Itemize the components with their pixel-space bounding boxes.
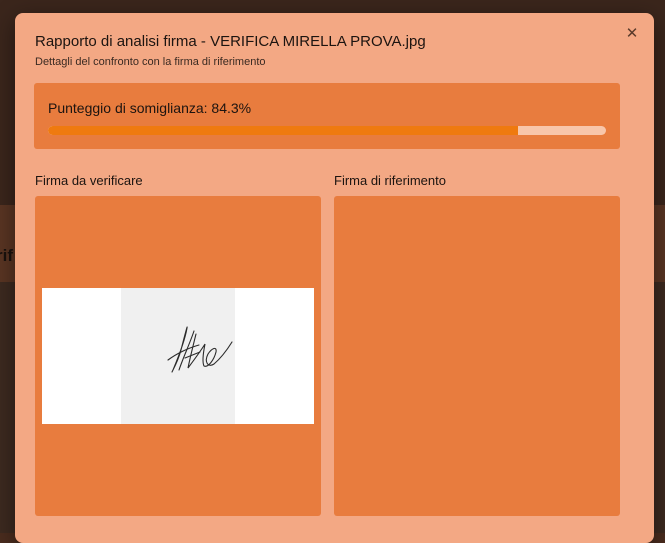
signature-to-verify-panel <box>35 196 321 516</box>
similarity-score-panel: Punteggio di somiglianza: 84.3% <box>34 83 620 149</box>
similarity-score-label: Punteggio di somiglianza: 84.3% <box>48 100 252 116</box>
dialog-subtitle: Dettagli del confronto con la firma di r… <box>35 56 266 68</box>
signature-to-verify-label: Firma da verificare <box>35 173 143 188</box>
reference-signature-label: Firma di riferimento <box>334 173 446 188</box>
reference-signature-panel <box>334 196 620 516</box>
close-button[interactable]: ✕ <box>623 24 641 42</box>
signature-analysis-dialog: ✕ Rapporto di analisi firma - VERIFICA M… <box>15 13 654 543</box>
dialog-title: Rapporto di analisi firma - VERIFICA MIR… <box>35 33 426 50</box>
signature-to-verify-image <box>42 288 314 424</box>
background-partial-text: rif <box>0 246 13 265</box>
similarity-progress-bar <box>48 126 606 135</box>
close-icon: ✕ <box>625 25 639 42</box>
handwritten-signature <box>167 326 233 373</box>
similarity-progress-fill <box>48 126 519 135</box>
